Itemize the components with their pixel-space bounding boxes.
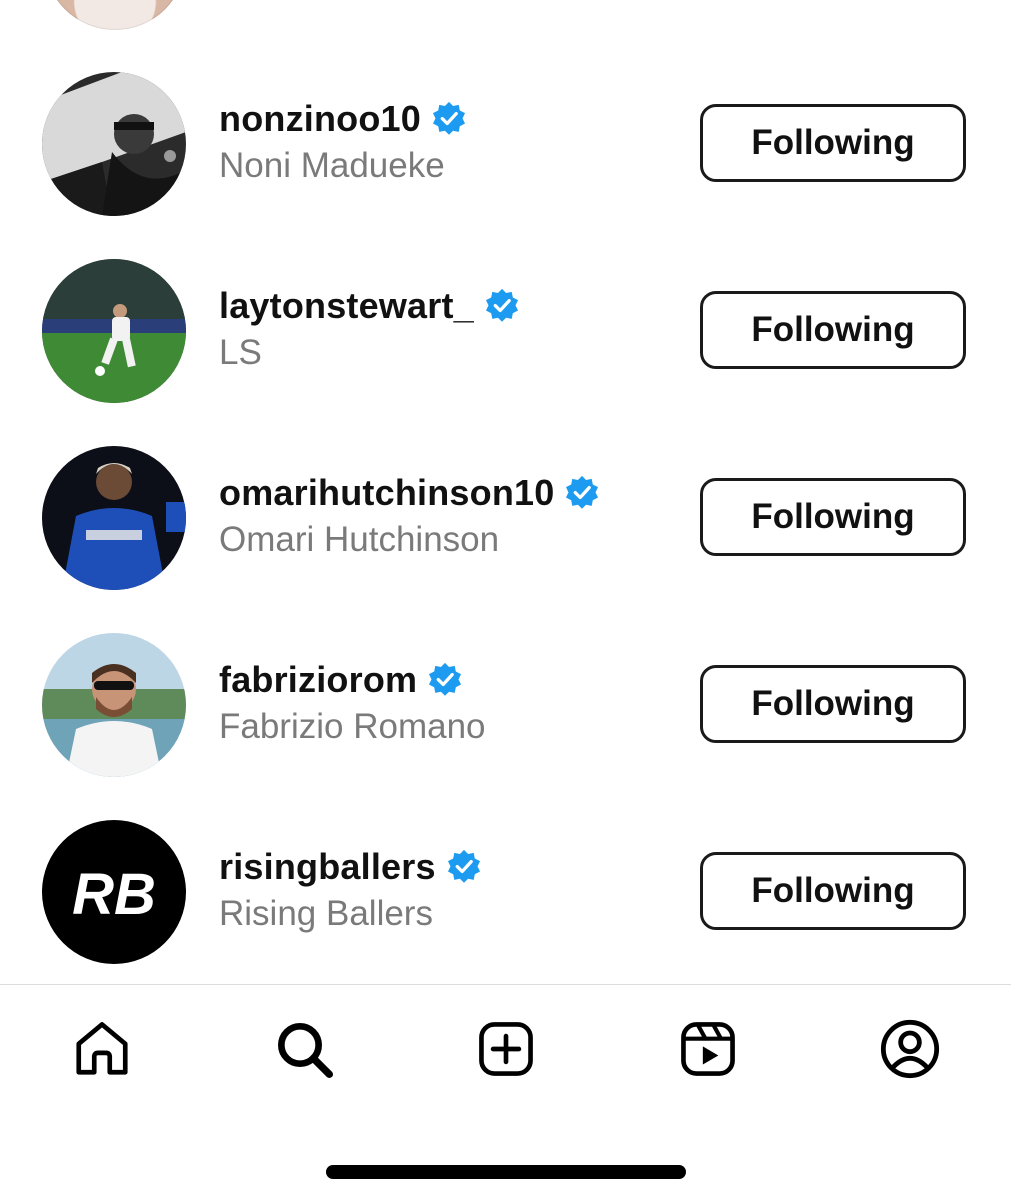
avatar[interactable]	[42, 72, 186, 216]
username[interactable]: risingballers	[219, 846, 436, 888]
rising-ballers-logo: RB	[72, 862, 156, 927]
avatar[interactable]	[42, 259, 186, 403]
avatar[interactable]: RB	[42, 820, 186, 964]
following-button[interactable]: Following	[700, 665, 966, 743]
following-button[interactable]: Following	[700, 478, 966, 556]
list-item[interactable]: nonzinoo10 Noni Madueke Following	[0, 72, 1011, 259]
bottom-tab-bar	[0, 984, 1011, 1201]
following-button[interactable]: Following	[700, 104, 966, 182]
reels-tab[interactable]	[674, 1015, 742, 1083]
create-post-icon	[479, 1022, 533, 1076]
search-tab[interactable]	[270, 1015, 338, 1083]
list-item[interactable]: omarihutchinson10 Omari Hutchinson Follo…	[0, 446, 1011, 633]
full-name: Rising Ballers	[219, 894, 433, 933]
full-name: Omari Hutchinson	[219, 520, 500, 559]
avatar[interactable]	[42, 446, 186, 590]
following-button[interactable]: Following	[700, 852, 966, 930]
verified-badge-icon	[484, 288, 520, 324]
verified-badge-icon	[564, 475, 600, 511]
full-name: Noni Madueke	[219, 146, 445, 185]
list-item[interactable]: fabriziorom Fabrizio Romano Following	[0, 633, 1011, 820]
following-list: nonzinoo10 Noni Madueke Following layton…	[0, 72, 1011, 1007]
home-tab[interactable]	[68, 1015, 136, 1083]
list-item[interactable]: RB risingballers Rising Ballers Followin…	[0, 820, 1011, 1007]
username[interactable]: nonzinoo10	[219, 98, 421, 140]
reels-icon	[681, 1022, 735, 1076]
verified-badge-icon	[446, 849, 482, 885]
account-names: nonzinoo10 Noni Madueke	[219, 96, 467, 186]
account-names: omarihutchinson10 Omari Hutchinson	[219, 470, 600, 560]
home-icon	[76, 1022, 128, 1075]
full-name: LS	[219, 333, 262, 372]
avatar[interactable]	[44, 0, 186, 30]
username[interactable]: omarihutchinson10	[219, 472, 554, 514]
profile-icon	[880, 1019, 940, 1079]
account-names: laytonstewart_ LS	[219, 283, 520, 373]
profile-tab[interactable]	[876, 1015, 944, 1083]
account-names: fabriziorom Fabrizio Romano	[219, 657, 486, 747]
account-names: risingballers Rising Ballers	[219, 844, 482, 934]
list-item[interactable]: laytonstewart_ LS Following	[0, 259, 1011, 446]
verified-badge-icon	[431, 101, 467, 137]
search-icon	[278, 1023, 333, 1078]
home-indicator[interactable]	[326, 1165, 686, 1179]
full-name: Fabrizio Romano	[219, 707, 486, 746]
username[interactable]: laytonstewart_	[219, 285, 474, 327]
verified-badge-icon	[427, 662, 463, 698]
list-item-partial	[0, 0, 1011, 34]
username[interactable]: fabriziorom	[219, 659, 417, 701]
following-button[interactable]: Following	[700, 291, 966, 369]
avatar[interactable]	[42, 633, 186, 777]
create-tab[interactable]	[472, 1015, 540, 1083]
